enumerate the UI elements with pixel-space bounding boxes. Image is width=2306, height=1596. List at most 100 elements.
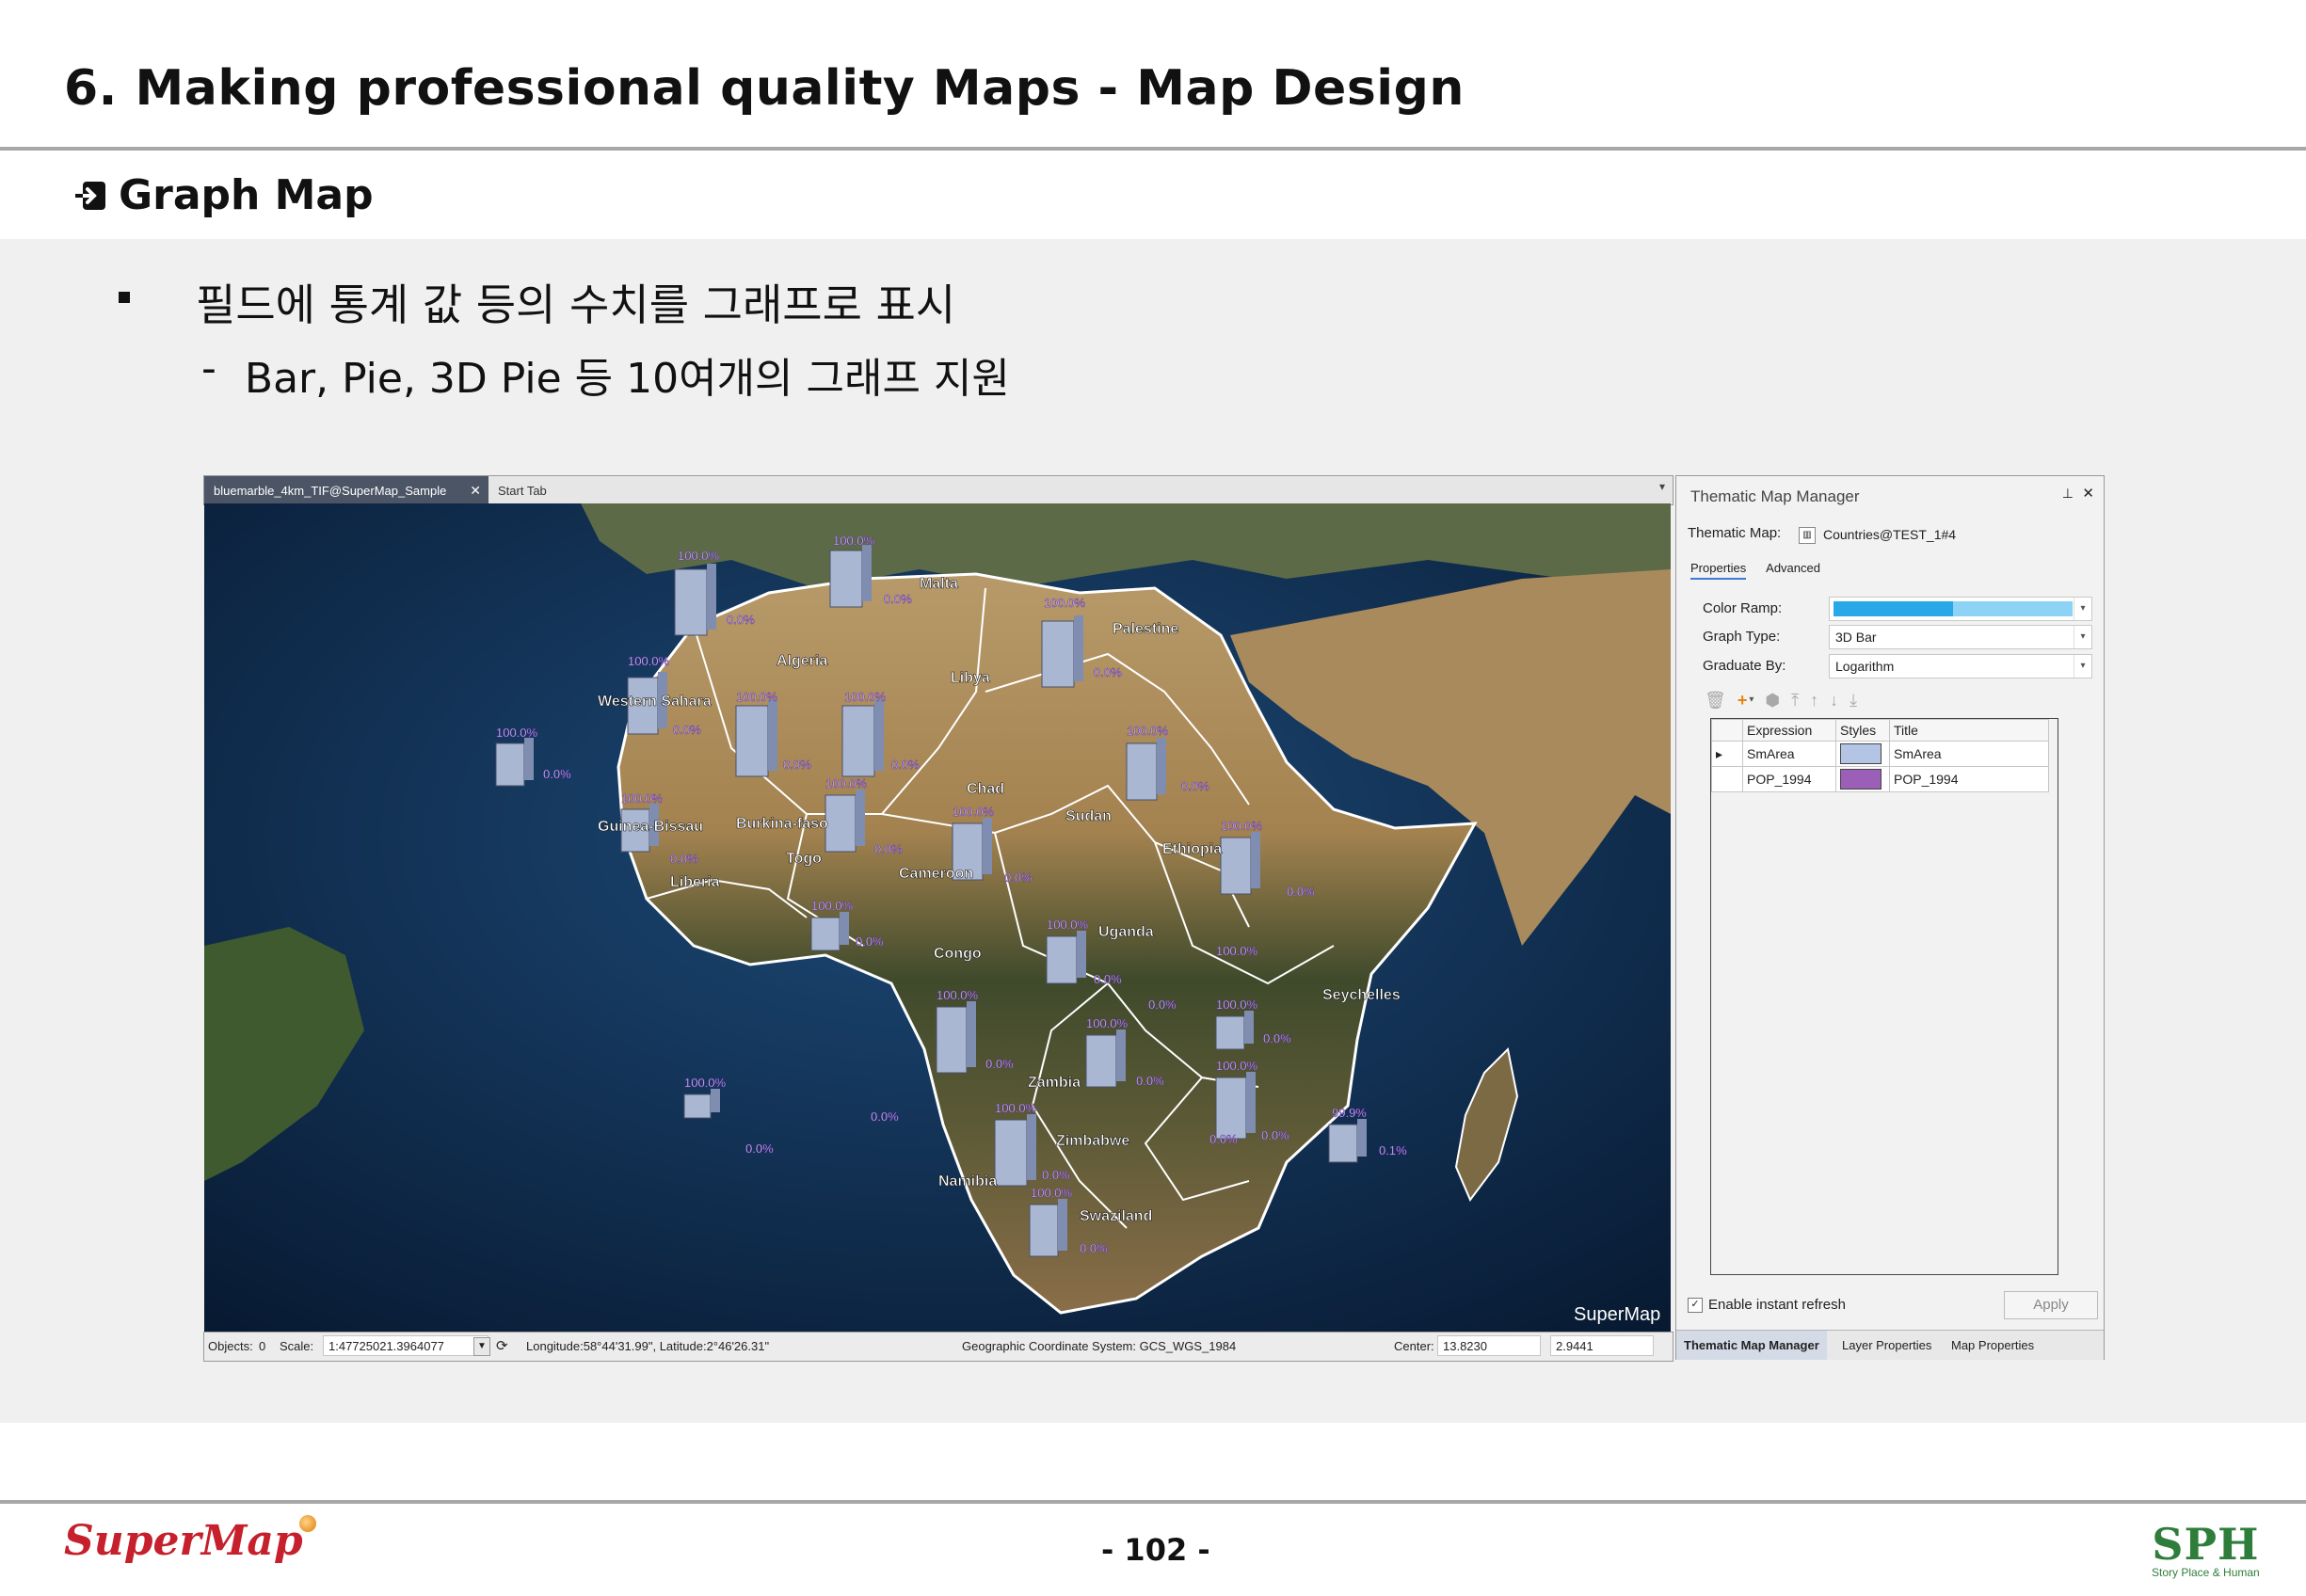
chevron-down-icon[interactable]: ▾	[2074, 598, 2091, 620]
header-divider	[0, 147, 2306, 151]
tab-bluemarble[interactable]: bluemarble_4km_TIF@SuperMap_Sample ✕	[204, 476, 488, 504]
add-icon[interactable]: +	[1738, 691, 1748, 710]
map-label: Congo	[934, 946, 982, 962]
instant-refresh-label: Enable instant refresh	[1708, 1297, 1846, 1313]
bar-value-label: 100.0%	[844, 690, 887, 704]
expression-cell[interactable]: SmArea	[1742, 741, 1836, 767]
tab-thematic-map-manager[interactable]: Thematic Map Manager	[1676, 1331, 1827, 1360]
graph-bar	[1041, 615, 1083, 688]
bar-value-label: 100.0%	[1044, 596, 1086, 610]
map-label: Namibia	[938, 1173, 997, 1189]
panel-tabs: Properties Advanced	[1690, 561, 1837, 580]
graduate-by-label: Graduate By:	[1703, 658, 1786, 674]
bar-value-label: 0.0%	[1004, 870, 1033, 885]
bar-value-label: 0.0%	[1094, 665, 1122, 679]
sph-logo: SPH Story Place & Human	[2152, 1519, 2260, 1579]
table-row[interactable]: ▸ SmArea SmArea	[1711, 741, 2049, 767]
sub-bullet-item: - Bar, Pie, 3D Pie 등 10여개의 그래프 지원	[201, 344, 1010, 405]
bar-value-label: 0.0%	[884, 592, 912, 606]
panel-title: Thematic Map Manager	[1690, 487, 1860, 505]
bar-value-label: 100.0%	[937, 988, 979, 1002]
bar-value-label: 0.0%	[1261, 1128, 1289, 1142]
crs-readout: Geographic Coordinate System: GCS_WGS_19…	[962, 1339, 1237, 1353]
map-label: Ethiopia	[1162, 841, 1222, 857]
graph-bar	[1126, 738, 1166, 801]
column-header-expression: Expression	[1742, 719, 1836, 742]
bar-value-label: 0.0%	[783, 758, 811, 772]
style-cell[interactable]	[1835, 741, 1890, 767]
expression-cell[interactable]: POP_1994	[1742, 766, 1836, 792]
panel-bottom-tabs: Thematic Map Manager Layer Properties Ma…	[1676, 1330, 2104, 1360]
map-label: Libya	[951, 670, 990, 686]
scale-input[interactable]: 1:47725021.3964077	[323, 1335, 488, 1356]
move-down-icon[interactable]: ↓	[1830, 691, 1838, 710]
expression-toolbar: 🗑 + ▾ ⬢ ⤒ ↑ ↓ ⤓	[1705, 691, 1857, 710]
row-header-cell	[1711, 719, 1743, 742]
close-icon[interactable]: ✕	[2082, 485, 2094, 502]
bar-value-label: 100.0%	[1031, 1186, 1073, 1200]
slide-title: 6. Making professional quality Maps - Ma…	[64, 60, 1465, 117]
tab-layer-properties[interactable]: Layer Properties	[1842, 1338, 1931, 1352]
bar-value-label: 100.0%	[496, 726, 538, 740]
sub-bullet-text: Bar, Pie, 3D Pie 등 10여개의 그래프 지원	[244, 355, 1010, 403]
pin-icon[interactable]: ⊥	[2062, 486, 2074, 502]
bullet-item: 필드에 통계 값 등의 수치를 그래프로 표시	[119, 271, 955, 333]
style-swatch[interactable]	[1840, 769, 1882, 790]
bar-value-label: 0.0%	[1094, 972, 1122, 986]
bar-value-label: 100.0%	[1216, 998, 1258, 1012]
bar-value-label: 0.0%	[727, 613, 755, 627]
table-row[interactable]: POP_1994 POP_1994	[1711, 766, 2049, 792]
graph-bar	[674, 564, 716, 636]
graduate-by-select[interactable]: Logarithm ▾	[1829, 654, 2092, 678]
map-label: Uganda	[1098, 924, 1154, 940]
center-y-input[interactable]: 2.9441	[1550, 1335, 1654, 1356]
move-up-icon[interactable]: ↑	[1810, 691, 1818, 710]
delete-icon[interactable]: 🗑	[1705, 691, 1726, 710]
style-swatch[interactable]	[1840, 743, 1882, 764]
row-selected-icon: ▸	[1711, 741, 1743, 767]
title-cell[interactable]: POP_1994	[1889, 766, 2049, 792]
tab-map-properties[interactable]: Map Properties	[1951, 1338, 2034, 1352]
style-icon[interactable]: ⬢	[1765, 691, 1780, 710]
close-icon[interactable]: ✕	[470, 483, 481, 499]
center-x-input[interactable]: 13.8230	[1437, 1335, 1541, 1356]
scale-dropdown-icon[interactable]: ▼	[473, 1337, 490, 1356]
bar-value-label: 100.0%	[833, 534, 875, 548]
sph-tagline: Story Place & Human	[2152, 1566, 2260, 1579]
bar-value-label: 100.0%	[1047, 918, 1089, 932]
map-view[interactable]: Malta Palestine Algeria Libya Western Sa…	[204, 503, 1671, 1332]
thematic-map-label: Thematic Map:	[1688, 525, 1782, 541]
tab-bluemarble-label: bluemarble_4km_TIF@SuperMap_Sample	[214, 483, 447, 498]
bar-value-label: 100.0%	[953, 805, 995, 819]
chevron-down-icon[interactable]: ▾	[2074, 626, 2091, 648]
add-dropdown-icon[interactable]: ▾	[1749, 694, 1754, 710]
move-top-icon[interactable]: ⤒	[1791, 691, 1799, 710]
graph-type-value: 3D Bar	[1835, 630, 1877, 645]
instant-refresh-option[interactable]: ✓ Enable instant refresh	[1688, 1297, 1846, 1313]
tab-start[interactable]: Start Tab	[498, 476, 547, 504]
bar-value-label: 0.0%	[874, 842, 903, 856]
bar-value-label: 99.9%	[1332, 1106, 1367, 1120]
instant-refresh-checkbox[interactable]: ✓	[1688, 1297, 1703, 1313]
tab-properties[interactable]: Properties	[1690, 561, 1747, 580]
graph-bar	[994, 1114, 1036, 1187]
title-cell[interactable]: SmArea	[1889, 741, 2049, 767]
logo-dot-icon	[298, 1515, 316, 1532]
color-ramp-select[interactable]: ▾	[1829, 597, 2092, 621]
tab-list-dropdown-icon[interactable]: ▾	[1659, 480, 1665, 493]
move-bottom-icon[interactable]: ⤓	[1850, 691, 1857, 710]
refresh-icon[interactable]: ⟳	[496, 1337, 508, 1354]
supermap-logo-text: SuperMap	[64, 1517, 303, 1565]
tab-advanced[interactable]: Advanced	[1766, 561, 1820, 575]
graph-type-label: Graph Type:	[1703, 629, 1781, 645]
graph-type-select[interactable]: 3D Bar ▾	[1829, 625, 2092, 649]
chevron-down-icon[interactable]: ▾	[2074, 655, 2091, 678]
objects-label: Objects:	[208, 1339, 253, 1353]
map-label: Seychelles	[1322, 987, 1401, 1003]
map-label: Swaziland	[1080, 1208, 1152, 1224]
map-canvas[interactable]: Malta Palestine Algeria Libya Western Sa…	[204, 503, 1671, 1332]
apply-button[interactable]: Apply	[2004, 1291, 2098, 1319]
bar-value-label: 0.0%	[670, 852, 698, 866]
map-label: Guinea-Bissau	[598, 819, 703, 835]
style-cell[interactable]	[1835, 766, 1890, 792]
